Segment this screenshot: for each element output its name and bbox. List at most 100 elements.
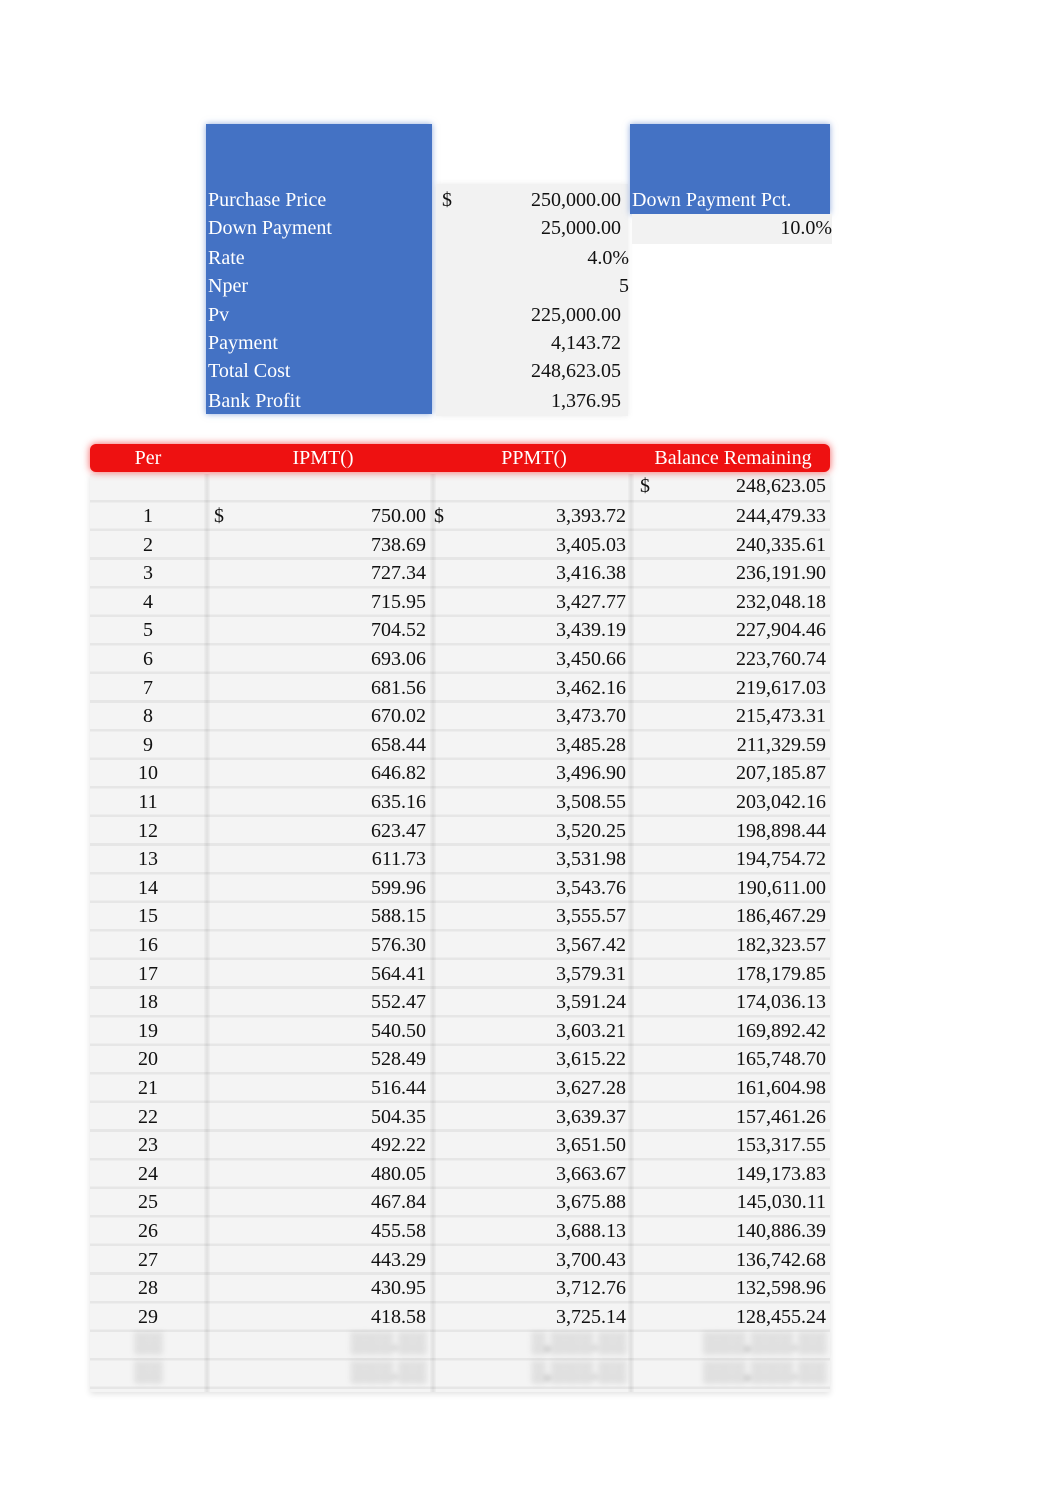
balance-cell[interactable]: 240,335.61: [736, 531, 826, 559]
ipmt-cell[interactable]: 635.16: [371, 788, 426, 816]
ipmt-cell[interactable]: 528.49: [371, 1045, 426, 1073]
ppmt-cell[interactable]: 3,508.55: [556, 788, 626, 816]
balance-cell[interactable]: 198,898.44: [736, 817, 826, 845]
balance-cell[interactable]: 219,617.03: [736, 674, 826, 702]
balance-cell[interactable]: 182,323.57: [736, 931, 826, 959]
balance-cell[interactable]: 157,461.26: [736, 1103, 826, 1131]
ipmt-cell[interactable]: 715.95: [371, 588, 426, 616]
summary-value-cell[interactable]: 25,000.00: [436, 216, 621, 240]
balance-cell[interactable]: 232,048.18: [736, 588, 826, 616]
ppmt-cell[interactable]: 3,579.31: [556, 960, 626, 988]
ppmt-cell[interactable]: 3,639.37: [556, 1103, 626, 1131]
balance-cell[interactable]: 236,191.90: [736, 559, 826, 587]
summary-value-cell[interactable]: 4.0%: [436, 246, 629, 270]
period-cell[interactable]: 16: [90, 931, 206, 959]
period-cell[interactable]: 5: [90, 616, 206, 644]
ppmt-cell[interactable]: 3,485.28: [556, 731, 626, 759]
balance-cell[interactable]: 227,904.46: [736, 616, 826, 644]
ipmt-cell[interactable]: 750.00: [371, 502, 426, 530]
ppmt-cell[interactable]: 3,450.66: [556, 645, 626, 673]
ipmt-cell[interactable]: 646.82: [371, 759, 426, 787]
ppmt-cell[interactable]: 3,591.24: [556, 988, 626, 1016]
balance-cell[interactable]: 203,042.16: [736, 788, 826, 816]
ipmt-cell[interactable]: 693.06: [371, 645, 426, 673]
summary-value-cell[interactable]: 5: [436, 274, 629, 298]
ppmt-cell[interactable]: 3,663.67: [556, 1160, 626, 1188]
summary-value-cell[interactable]: 1,376.95: [436, 389, 621, 413]
ipmt-cell[interactable]: 727.34: [371, 559, 426, 587]
period-cell[interactable]: 3: [90, 559, 206, 587]
ppmt-cell[interactable]: 3,405.03: [556, 531, 626, 559]
ipmt-cell[interactable]: 552.47: [371, 988, 426, 1016]
period-cell[interactable]: 2: [90, 531, 206, 559]
ipmt-cell[interactable]: 418.58: [371, 1303, 426, 1331]
ppmt-cell[interactable]: 3,675.88: [556, 1188, 626, 1216]
ipmt-cell[interactable]: 455.58: [371, 1217, 426, 1245]
balance-cell[interactable]: 136,742.68: [736, 1246, 826, 1274]
period-cell[interactable]: 19: [90, 1017, 206, 1045]
ipmt-cell[interactable]: 576.30: [371, 931, 426, 959]
summary-value-cell[interactable]: 225,000.00: [436, 303, 621, 327]
period-cell[interactable]: 28: [90, 1274, 206, 1302]
ppmt-cell[interactable]: 3,603.21: [556, 1017, 626, 1045]
ppmt-cell[interactable]: 3,615.22: [556, 1045, 626, 1073]
period-cell[interactable]: 23: [90, 1131, 206, 1159]
ppmt-cell[interactable]: 3,627.28: [556, 1074, 626, 1102]
ppmt-cell[interactable]: 3,700.43: [556, 1246, 626, 1274]
ipmt-cell[interactable]: 658.44: [371, 731, 426, 759]
period-cell[interactable]: 11: [90, 788, 206, 816]
ppmt-cell[interactable]: 3,651.50: [556, 1131, 626, 1159]
balance-cell[interactable]: 161,604.98: [736, 1074, 826, 1102]
balance-cell[interactable]: 190,611.00: [737, 874, 826, 902]
header-per[interactable]: Per: [90, 446, 206, 470]
summary-value-cell[interactable]: 248,623.05: [436, 359, 621, 383]
period-cell[interactable]: 12: [90, 817, 206, 845]
ipmt-cell[interactable]: 611.73: [372, 845, 426, 873]
period-cell[interactable]: 4: [90, 588, 206, 616]
ipmt-cell[interactable]: 738.69: [371, 531, 426, 559]
balance-cell[interactable]: 215,473.31: [736, 702, 826, 730]
period-cell[interactable]: 27: [90, 1246, 206, 1274]
period-cell[interactable]: 13: [90, 845, 206, 873]
period-cell[interactable]: 15: [90, 902, 206, 930]
ipmt-cell[interactable]: 480.05: [371, 1160, 426, 1188]
ipmt-cell[interactable]: 704.52: [371, 616, 426, 644]
ppmt-cell[interactable]: 3,725.14: [556, 1303, 626, 1331]
ppmt-cell[interactable]: 3,393.72: [556, 502, 626, 530]
period-cell[interactable]: 22: [90, 1103, 206, 1131]
balance-cell[interactable]: 244,479.33: [736, 502, 826, 530]
period-cell[interactable]: 10: [90, 759, 206, 787]
ppmt-cell[interactable]: 3,473.70: [556, 702, 626, 730]
period-cell[interactable]: 26: [90, 1217, 206, 1245]
period-cell[interactable]: 8: [90, 702, 206, 730]
ipmt-cell[interactable]: 670.02: [371, 702, 426, 730]
header-balance-remaining[interactable]: Balance Remaining: [636, 446, 830, 470]
ppmt-cell[interactable]: 3,496.90: [556, 759, 626, 787]
period-cell[interactable]: 25: [90, 1188, 206, 1216]
ipmt-cell[interactable]: 443.29: [371, 1246, 426, 1274]
ipmt-cell[interactable]: 588.15: [371, 902, 426, 930]
opening-balance-value[interactable]: 248,623.05: [736, 472, 826, 500]
ppmt-cell[interactable]: 3,531.98: [556, 845, 626, 873]
ppmt-cell[interactable]: 3,567.42: [556, 931, 626, 959]
balance-cell[interactable]: 178,179.85: [736, 960, 826, 988]
down-payment-pct-label[interactable]: Down Payment Pct.: [632, 188, 791, 212]
balance-cell[interactable]: 149,173.83: [736, 1160, 826, 1188]
header-ipmt[interactable]: IPMT(): [210, 446, 436, 470]
ppmt-cell[interactable]: 3,439.19: [556, 616, 626, 644]
period-cell[interactable]: 9: [90, 731, 206, 759]
period-cell[interactable]: 24: [90, 1160, 206, 1188]
period-cell[interactable]: 18: [90, 988, 206, 1016]
ppmt-cell[interactable]: 3,427.77: [556, 588, 626, 616]
balance-cell[interactable]: 174,036.13: [736, 988, 826, 1016]
ipmt-cell[interactable]: 430.95: [371, 1274, 426, 1302]
period-cell[interactable]: 6: [90, 645, 206, 673]
balance-cell[interactable]: 128,455.24: [736, 1303, 826, 1331]
balance-cell[interactable]: 132,598.96: [736, 1274, 826, 1302]
ipmt-cell[interactable]: 504.35: [371, 1103, 426, 1131]
balance-cell[interactable]: 169,892.42: [736, 1017, 826, 1045]
ipmt-cell[interactable]: 564.41: [371, 960, 426, 988]
period-cell[interactable]: 14: [90, 874, 206, 902]
summary-value-cell[interactable]: 4,143.72: [436, 331, 621, 355]
balance-cell[interactable]: 145,030.11: [737, 1188, 826, 1216]
